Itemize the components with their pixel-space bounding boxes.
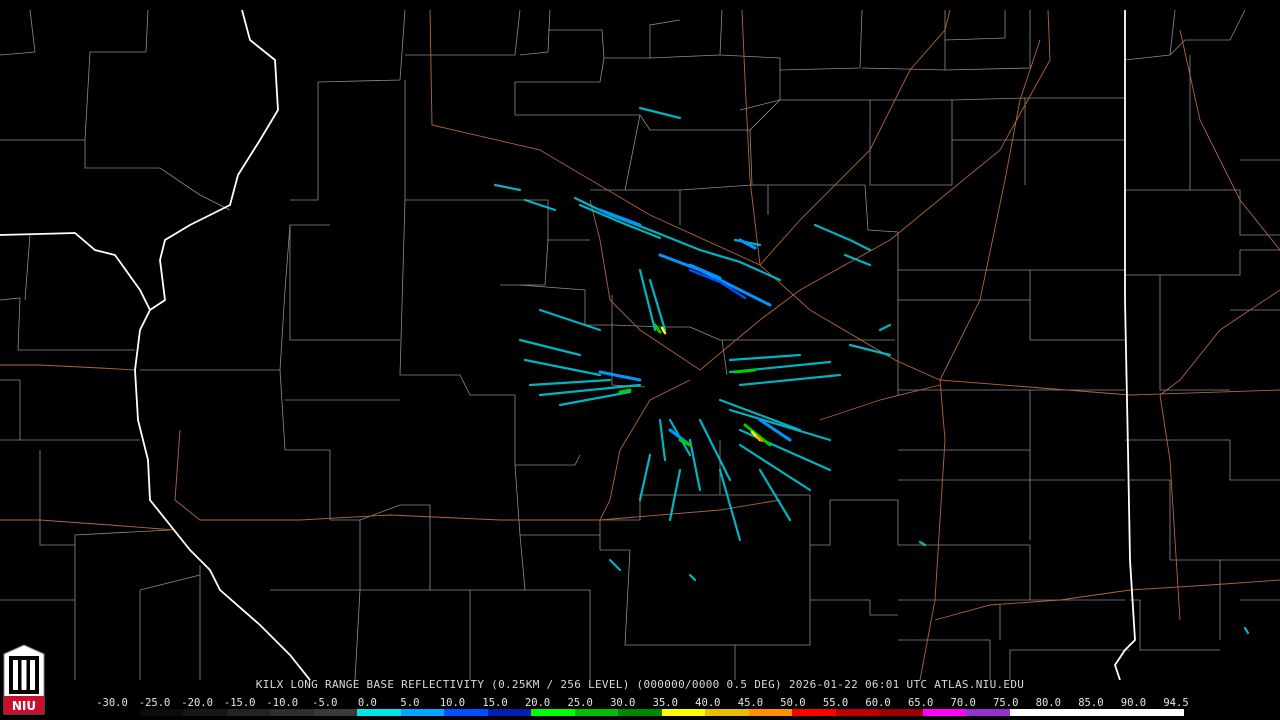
scale-swatch <box>96 709 140 716</box>
scale-swatch <box>357 709 401 716</box>
scale-label: 75.0 <box>993 697 1019 709</box>
scale-swatch <box>705 709 749 716</box>
scale-label: 55.0 <box>822 697 849 709</box>
scale-label: 90.0 <box>1120 697 1147 709</box>
scale-swatch <box>879 709 923 716</box>
product-title: KILX LONG RANGE BASE REFLECTIVITY (0.25K… <box>255 678 1025 691</box>
highways <box>0 9 1280 680</box>
scale-swatch <box>835 709 880 716</box>
radar-echoes <box>493 106 1250 635</box>
scale-label: 60.0 <box>865 697 891 709</box>
scale-swatch <box>922 709 967 716</box>
scale-label: -5.0 <box>312 697 338 709</box>
scale-label: 80.0 <box>1035 697 1061 709</box>
radar-map <box>0 0 1280 680</box>
scale-swatch <box>183 709 227 716</box>
scale-label: 50.0 <box>780 697 806 709</box>
scale-swatch <box>748 709 793 716</box>
scale-label: 85.0 <box>1078 697 1104 709</box>
scale-label: -10.0 <box>266 697 299 709</box>
scale-labels: -30.0 -25.0 -20.0 -15.0 -10.0 -5.0 0.0 5.0 10.0 1… <box>0 697 1280 709</box>
scale-swatch <box>966 709 1010 716</box>
scale-swatch <box>661 709 706 716</box>
scale-label: 70.0 <box>950 697 976 709</box>
scale-label: 10.0 <box>439 697 466 709</box>
scale-label: 25.0 <box>567 697 593 709</box>
county-boundaries <box>0 9 1280 680</box>
scale-label: 94.5 <box>1163 697 1189 709</box>
scale-swatch <box>1140 709 1184 716</box>
scale-swatch <box>139 709 184 716</box>
scale-label: -15.0 <box>223 697 256 709</box>
scale-label: -20.0 <box>181 697 213 709</box>
scale-label: 65.0 <box>907 697 934 709</box>
scale-swatch <box>313 709 358 716</box>
scale-label: 35.0 <box>652 697 678 709</box>
scale-label: 15.0 <box>482 697 508 709</box>
scale-swatch <box>270 709 314 716</box>
scale-swatch <box>1096 709 1141 716</box>
scale-label: 5.0 <box>400 697 420 709</box>
scale-label: 0.0 <box>357 697 377 709</box>
scale-swatch <box>531 709 575 716</box>
scale-swatch <box>792 709 836 716</box>
scale-swatch <box>487 709 532 716</box>
reflectivity-colorbar <box>96 709 1184 716</box>
scale-label: 40.0 <box>695 697 721 709</box>
scale-swatch <box>1009 709 1054 716</box>
scale-swatch <box>226 709 271 716</box>
state-boundaries <box>0 9 1136 680</box>
scale-label: 45.0 <box>737 697 764 709</box>
scale-label: 30.0 <box>610 697 636 709</box>
scale-label: -25.0 <box>138 697 171 709</box>
scale-label: -30.0 <box>96 697 128 709</box>
scale-swatch <box>400 709 445 716</box>
scale-swatch <box>618 709 662 716</box>
scale-swatch <box>444 709 488 716</box>
scale-swatch <box>1053 709 1097 716</box>
scale-swatch <box>574 709 619 716</box>
scale-label: 20.0 <box>524 697 551 709</box>
